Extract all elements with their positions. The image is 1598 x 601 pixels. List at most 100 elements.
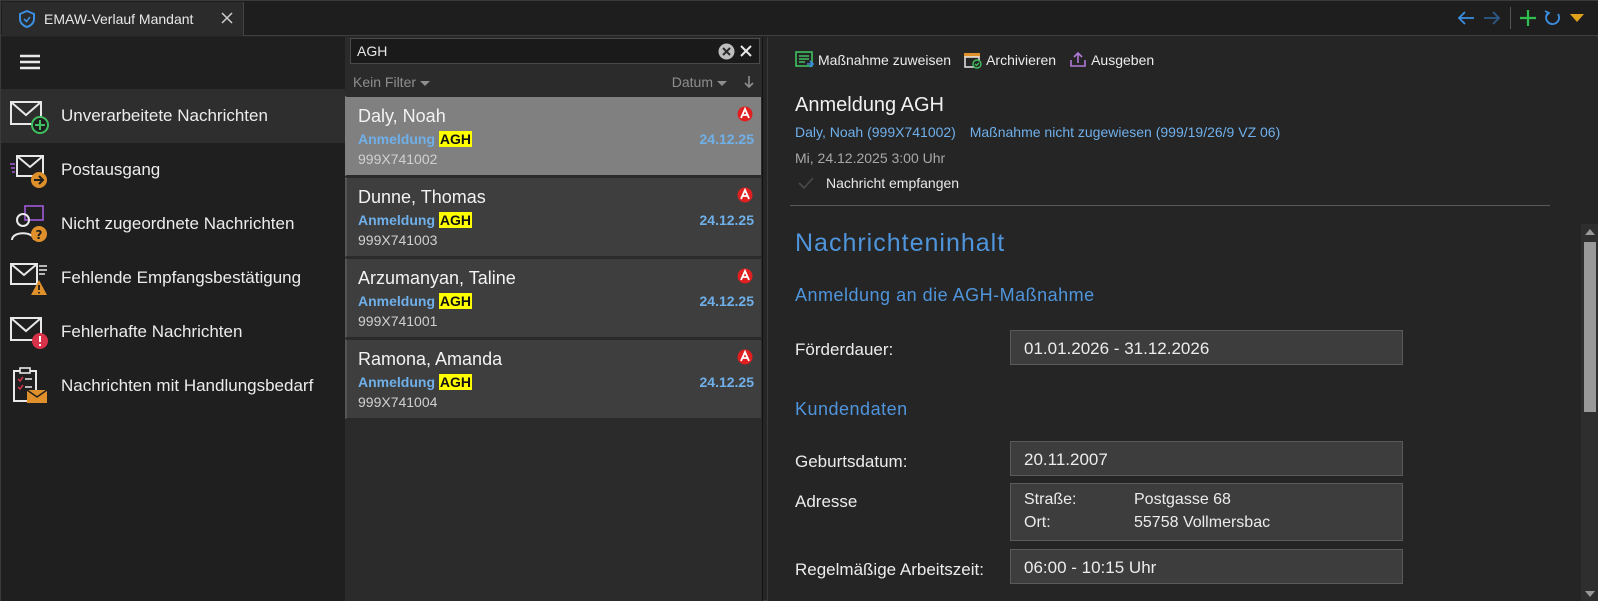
tab-bar: EMAW-Verlauf Mandant bbox=[1, 1, 1598, 36]
sort-direction-icon[interactable] bbox=[743, 74, 755, 90]
message-id: 999X741003 bbox=[358, 232, 438, 248]
archive-button[interactable]: Archivieren bbox=[963, 51, 1056, 69]
assign-measure-button[interactable]: Maßnahme zuweisen bbox=[795, 51, 951, 69]
message-subject: Anmeldung AGH bbox=[358, 212, 473, 228]
message-id: 999X741004 bbox=[358, 394, 438, 410]
field-label: Geburtsdatum: bbox=[795, 452, 908, 471]
search-highlight: AGH bbox=[438, 131, 473, 147]
vertical-scrollbar[interactable] bbox=[1581, 224, 1598, 601]
back-arrow-icon[interactable] bbox=[1456, 10, 1476, 26]
sidebar: Unverarbeitete Nachrichten Postausgang ?… bbox=[1, 37, 345, 601]
assign-measure-label: Maßnahme zuweisen bbox=[818, 52, 952, 68]
person-link[interactable]: Daly, Noah (999X741002) bbox=[795, 124, 956, 140]
close-icon[interactable] bbox=[219, 10, 235, 26]
message-content: Nachrichteninhalt Anmeldung an die AGH-M… bbox=[790, 219, 1550, 601]
dob-field: 20.11.2007 bbox=[1010, 441, 1403, 476]
export-button[interactable]: Ausgeben bbox=[1068, 51, 1154, 69]
mail-warning-icon bbox=[10, 263, 47, 295]
divider bbox=[790, 205, 1550, 206]
agency-logo-icon bbox=[737, 268, 753, 284]
checkmark-icon bbox=[798, 177, 814, 189]
dropdown-menu-icon[interactable] bbox=[1569, 12, 1585, 24]
address-city: Ort: 55758 Vollmersbac bbox=[1024, 514, 1271, 531]
address-street: Straße: Postgasse 68 bbox=[1024, 491, 1231, 508]
message-date: 24.12.25 bbox=[699, 293, 755, 309]
message-title: Anmeldung AGH bbox=[795, 94, 944, 116]
chevron-down-icon bbox=[420, 80, 431, 86]
hamburger-menu-icon[interactable] bbox=[19, 53, 41, 71]
sidebar-item-label: Nicht zugeordnete Nachrichten bbox=[61, 214, 295, 233]
search-value: AGH bbox=[357, 43, 388, 59]
filter-label: Kein Filter bbox=[353, 74, 417, 90]
sidebar-item-label: Fehlende Empfangsbestätigung bbox=[61, 268, 302, 287]
sidebar-item-handlungsbedarf[interactable]: Nachrichten mit Handlungsbedarf bbox=[1, 359, 345, 413]
app-window: EMAW-Verlauf Mandant Unverarbeitete Nach… bbox=[0, 0, 1598, 601]
search-highlight: AGH bbox=[438, 374, 473, 390]
close-search-icon[interactable] bbox=[739, 44, 753, 58]
message-date: 24.12.25 bbox=[699, 374, 755, 390]
message-row[interactable]: Ramona, Amanda Anmeldung AGH 24.12.25 99… bbox=[345, 339, 761, 419]
message-subject: Anmeldung AGH bbox=[358, 374, 473, 390]
content-heading: Nachrichteninhalt bbox=[795, 229, 1006, 257]
message-date: 24.12.25 bbox=[699, 131, 755, 147]
archive-icon bbox=[964, 53, 982, 69]
search-input[interactable]: AGH bbox=[350, 38, 760, 64]
filter-bar: Kein Filter Datum bbox=[353, 74, 757, 92]
message-detail-panel: Maßnahme zuweisen Archivieren Ausgeben A… bbox=[767, 37, 1598, 601]
scroll-up-icon[interactable] bbox=[1585, 229, 1595, 235]
refresh-icon[interactable] bbox=[1543, 9, 1563, 27]
sender-name: Ramona, Amanda bbox=[358, 349, 503, 369]
sort-dropdown[interactable]: Datum bbox=[672, 74, 727, 90]
duration-field: 01.01.2026 - 31.12.2026 bbox=[1010, 330, 1403, 365]
sender-name: Arzumanyan, Taline bbox=[358, 268, 516, 288]
sender-name: Dunne, Thomas bbox=[358, 187, 486, 207]
tab-emaw-verlauf[interactable]: EMAW-Verlauf Mandant bbox=[2, 2, 244, 36]
message-timestamp: Mi, 24.12.2025 3:00 Uhr bbox=[795, 150, 946, 166]
sidebar-item-label: Nachrichten mit Handlungsbedarf bbox=[61, 376, 314, 395]
scrollbar-thumb[interactable] bbox=[1584, 242, 1596, 412]
section-heading: Kundendaten bbox=[795, 399, 908, 419]
status-label: Nachricht empfangen bbox=[826, 175, 960, 191]
search-highlight: AGH bbox=[438, 293, 473, 309]
sender-name: Daly, Noah bbox=[358, 106, 446, 126]
message-status: Nachricht empfangen bbox=[798, 175, 959, 191]
measure-link[interactable]: Maßnahme nicht zugewiesen (999/19/26/9 V… bbox=[970, 124, 1281, 140]
message-row[interactable]: Daly, Noah Anmeldung AGH 24.12.25 999X74… bbox=[345, 96, 761, 176]
sidebar-item-label: Unverarbeitete Nachrichten bbox=[61, 106, 268, 125]
window-tools bbox=[1456, 7, 1585, 29]
message-date: 24.12.25 bbox=[699, 212, 755, 228]
message-row[interactable]: Arzumanyan, Taline Anmeldung AGH 24.12.2… bbox=[345, 258, 761, 338]
mail-outbox-icon bbox=[10, 155, 47, 188]
detail-toolbar: Maßnahme zuweisen Archivieren Ausgeben bbox=[795, 51, 1166, 69]
sort-label: Datum bbox=[671, 74, 713, 90]
section-heading: Anmeldung an die AGH-Maßnahme bbox=[795, 285, 1095, 305]
message-id: 999X741002 bbox=[358, 151, 438, 167]
mail-error-icon bbox=[10, 317, 48, 349]
sidebar-item-fehlende-bestaetigung[interactable]: Fehlende Empfangsbestätigung bbox=[1, 251, 345, 305]
export-label: Ausgeben bbox=[1091, 52, 1155, 68]
sidebar-item-label: Fehlerhafte Nachrichten bbox=[61, 322, 243, 341]
agency-logo-icon bbox=[737, 106, 753, 122]
agency-logo-icon bbox=[737, 349, 753, 365]
message-list-panel: AGH Kein Filter Datum Daly, Noah Anmeldu… bbox=[345, 37, 763, 601]
sidebar-item-fehlerhaft[interactable]: Fehlerhafte Nachrichten bbox=[1, 305, 345, 359]
scroll-down-icon[interactable] bbox=[1585, 591, 1595, 597]
sidebar-item-nicht-zugeordnet[interactable]: ? Nicht zugeordnete Nachrichten bbox=[1, 197, 345, 251]
message-row[interactable]: Dunne, Thomas Anmeldung AGH 24.12.25 999… bbox=[345, 177, 761, 257]
worktime-field: 06:00 - 10:15 Uhr bbox=[1010, 549, 1403, 584]
filter-dropdown[interactable]: Kein Filter bbox=[353, 74, 431, 90]
export-icon bbox=[1070, 51, 1086, 67]
chevron-down-icon bbox=[717, 80, 727, 86]
agency-logo-icon bbox=[737, 187, 753, 203]
person-question-icon: ? bbox=[11, 205, 47, 242]
field-label: Regelmäßige Arbeitszeit: bbox=[795, 560, 984, 579]
forward-arrow-icon[interactable] bbox=[1482, 10, 1502, 26]
sidebar-item-postausgang[interactable]: Postausgang bbox=[1, 143, 345, 197]
plus-icon[interactable] bbox=[1519, 9, 1537, 27]
tab-title: EMAW-Verlauf Mandant bbox=[44, 11, 194, 27]
sidebar-item-unverarbeitete[interactable]: Unverarbeitete Nachrichten bbox=[1, 89, 345, 143]
toolbar-separator bbox=[1510, 7, 1511, 29]
shield-icon bbox=[19, 10, 35, 28]
clear-search-icon[interactable] bbox=[718, 43, 735, 60]
field-label: Förderdauer: bbox=[795, 340, 894, 359]
